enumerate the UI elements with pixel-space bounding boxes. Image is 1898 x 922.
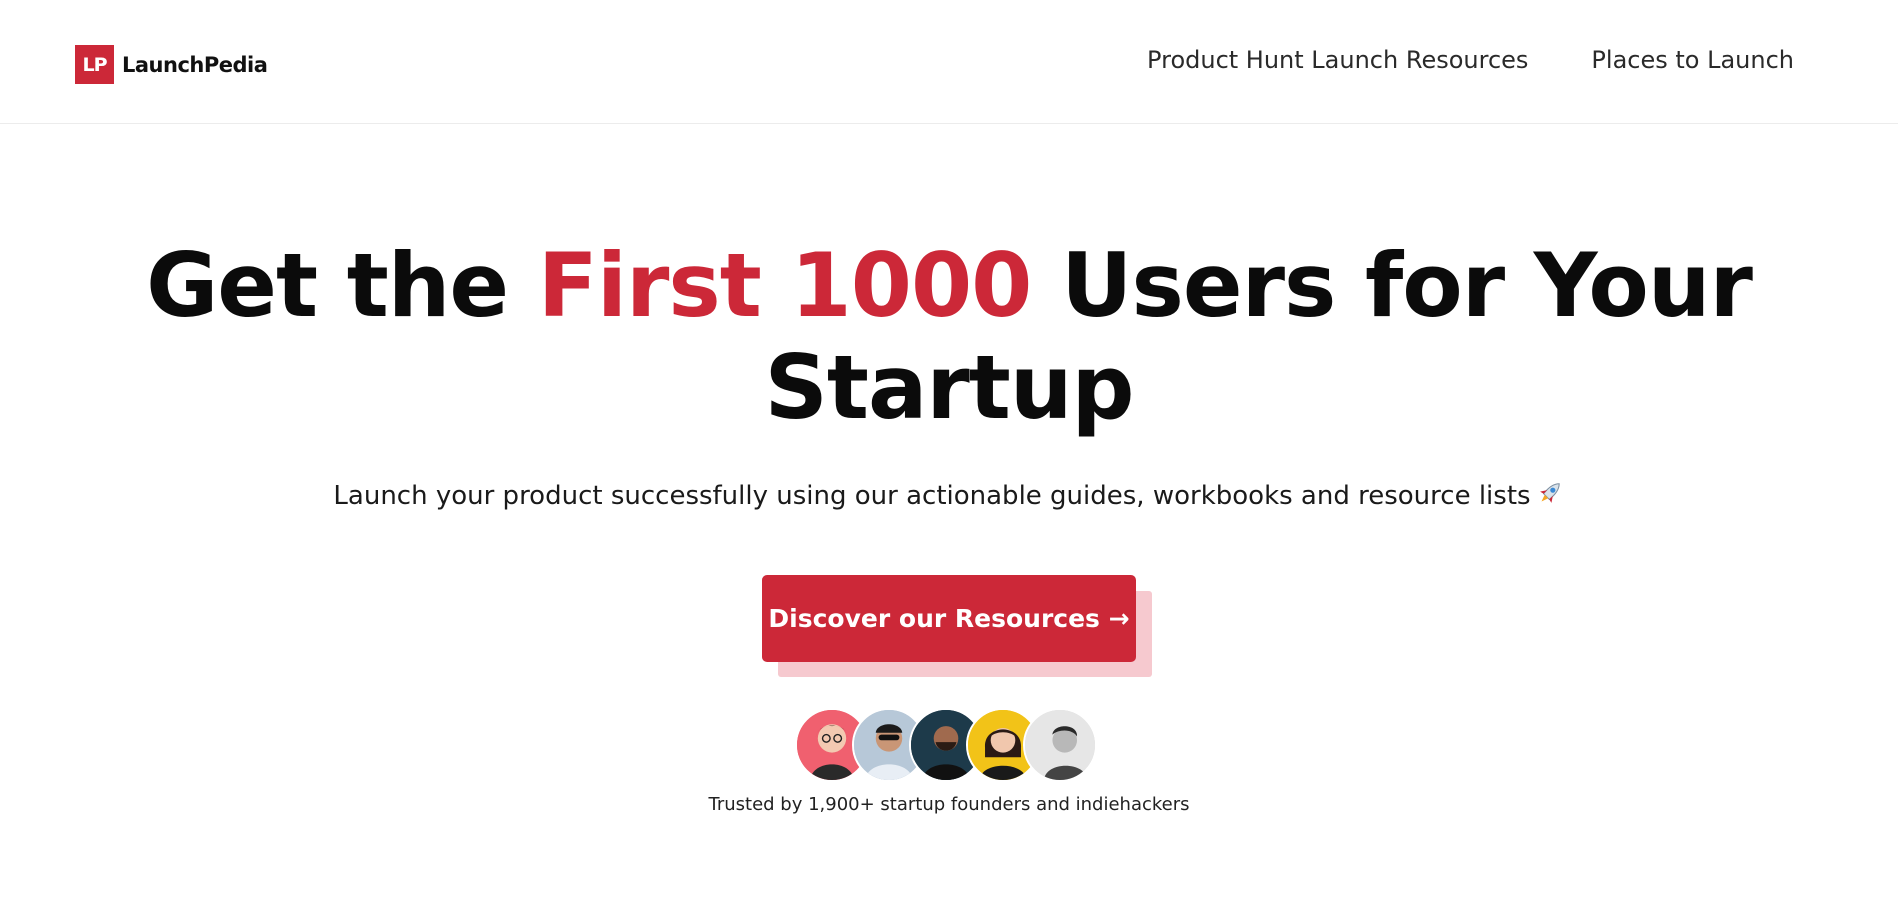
cta-wrapper: Discover our Resources → (762, 575, 1152, 679)
hero-subtitle: Launch your product successfully using o… (0, 478, 1898, 511)
hero-title: Get the First 1000 Users for Your Startu… (0, 235, 1898, 439)
logo-mark: LP (75, 45, 114, 84)
nav-places-to-launch[interactable]: Places to Launch (1591, 46, 1794, 74)
hero-title-highlight: First 1000 (537, 234, 1033, 337)
main-nav: Product Hunt Launch Resources Places to … (1147, 46, 1794, 74)
trust-text: Trusted by 1,900+ startup founders and i… (708, 794, 1190, 815)
logo-link[interactable]: LP LaunchPedia (75, 45, 268, 84)
site-header: LP LaunchPedia Product Hunt Launch Resou… (0, 0, 1898, 124)
hero-title-part1: Get the (146, 234, 538, 337)
hero-subtitle-text: Launch your product successfully using o… (333, 481, 1531, 511)
discover-resources-button[interactable]: Discover our Resources → (762, 575, 1136, 662)
nav-product-hunt-resources[interactable]: Product Hunt Launch Resources (1147, 46, 1528, 74)
logo-name: LaunchPedia (122, 52, 268, 77)
rocket-icon (1535, 478, 1565, 508)
avatar (1023, 708, 1097, 782)
avatar-group (795, 708, 1105, 784)
